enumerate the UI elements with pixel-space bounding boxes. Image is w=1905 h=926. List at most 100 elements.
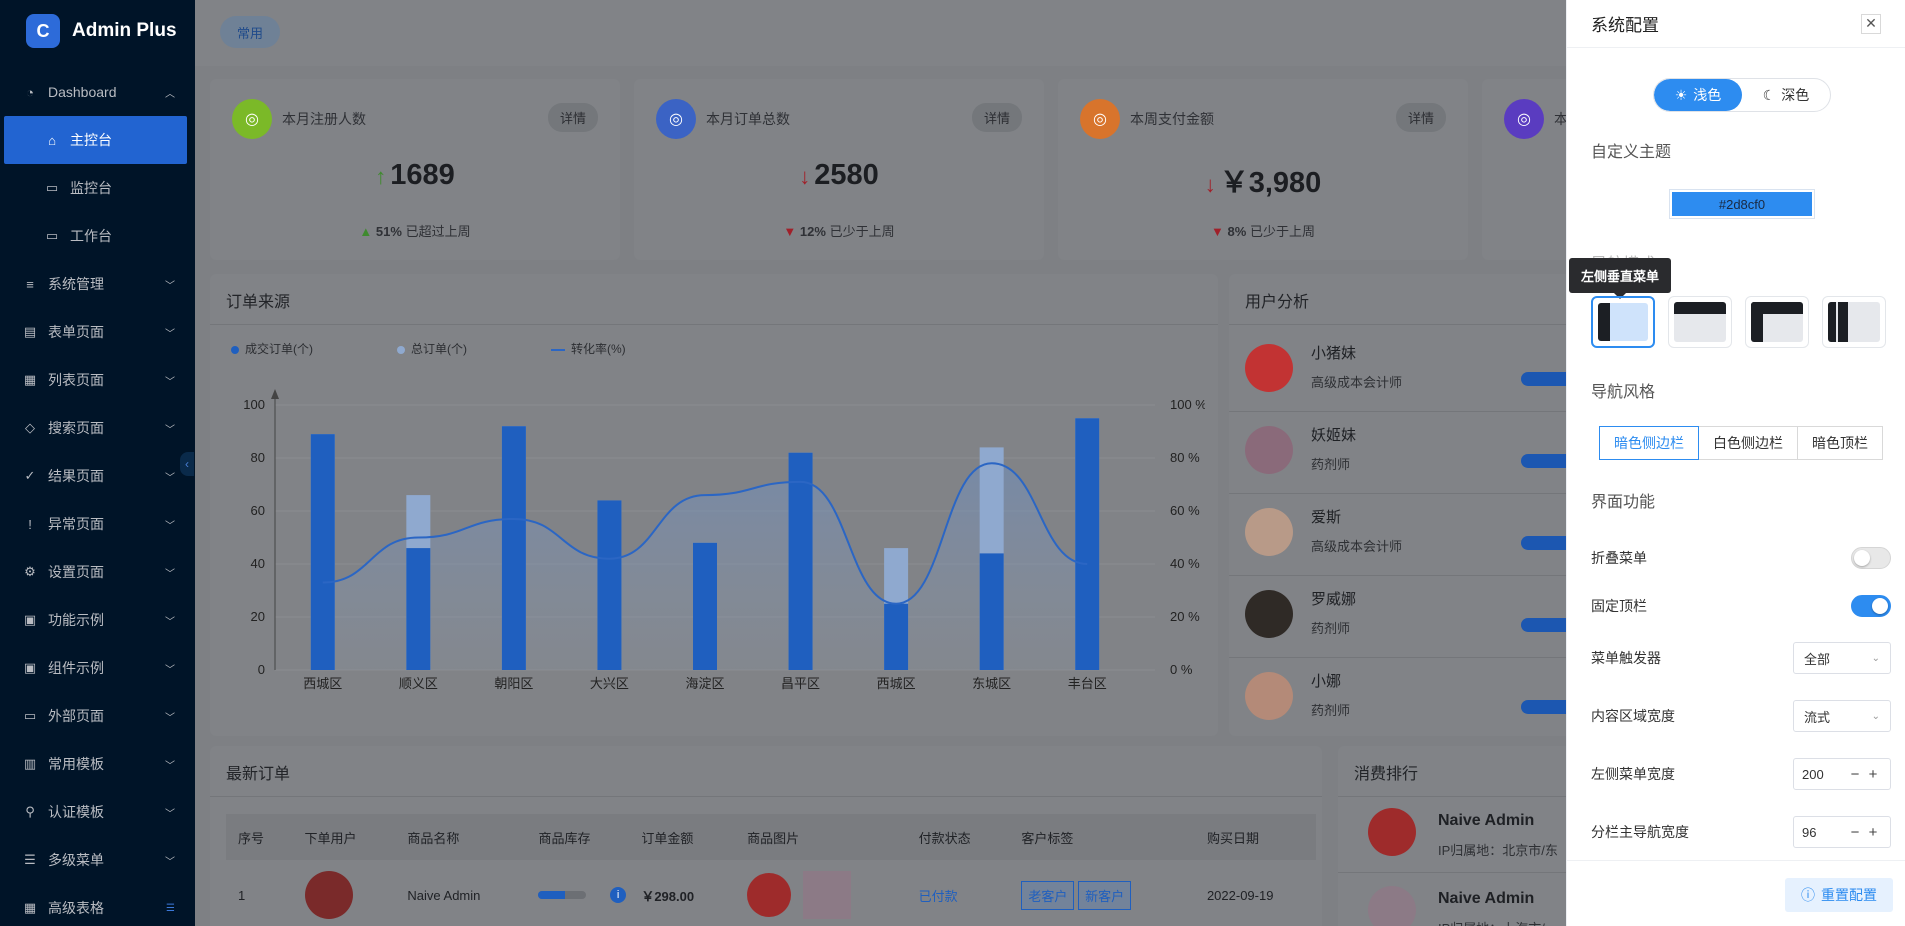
stat-card: ◎ 本月注册人数 详情 ↑ 1689 ▲ 51% 已超过上周 — [210, 79, 620, 260]
stat-icon: ◎ — [656, 99, 696, 139]
triangle-down-icon: ▼ — [783, 224, 797, 239]
plus-icon[interactable]: + — [1864, 766, 1882, 783]
sidebar-item-label: 监控台 — [70, 180, 112, 196]
sidebar-item-label: 设置页面 — [48, 564, 104, 580]
minus-icon[interactable]: − — [1846, 766, 1864, 783]
close-icon[interactable]: ✕ — [1861, 13, 1881, 34]
legend-dot-icon — [397, 345, 405, 354]
theme-color-picker[interactable]: #2d8cf0 — [1669, 189, 1815, 219]
menu-trigger-select[interactable]: 全部 ⌄ — [1793, 642, 1891, 674]
order-no: 1 — [238, 887, 246, 903]
sun-icon: ☀ — [1674, 86, 1688, 103]
order-user-avatar[interactable] — [293, 860, 396, 926]
detail-button[interactable]: 详情 — [971, 103, 1022, 132]
avatar — [1245, 426, 1293, 474]
cube-icon: ◇ — [25, 420, 35, 435]
chevron-down-icon: ﹀ — [165, 712, 175, 724]
y2-tick-label: 80 % — [1170, 450, 1200, 465]
info-icon[interactable]: i — [610, 887, 627, 904]
collapse-menu-switch[interactable] — [1851, 547, 1891, 569]
sidebar-item-13[interactable]: ▭ 外部页面 ﹀ — [0, 692, 195, 740]
detail-button[interactable]: 详情 — [547, 103, 598, 132]
nav-style-dark-sidebar[interactable]: 暗色侧边栏 — [1599, 426, 1699, 460]
function-icon: ▣ — [23, 612, 37, 627]
left-menu-width-row: 左侧菜单宽度 200− + — [1591, 756, 1891, 792]
content-width-label: 内容区域宽度 — [1591, 708, 1675, 724]
sidebar-item-16[interactable]: ☰ 多级菜单 ﹀ — [0, 836, 195, 884]
product-image[interactable] — [802, 871, 851, 919]
sidebar-item-4[interactable]: ≡ 系统管理 ﹀ — [0, 260, 195, 308]
x-tick-label: 西城区 — [877, 676, 916, 691]
theme-light-button[interactable]: ☀ 浅色 — [1654, 79, 1742, 111]
tab-common[interactable]: 常用 — [220, 16, 280, 48]
ranking-name: Naive Admin — [1438, 890, 1535, 907]
split-nav-width-stepper[interactable]: 96− + — [1793, 816, 1891, 848]
layout-top-horizontal[interactable] — [1668, 296, 1732, 348]
avatar — [1245, 344, 1293, 392]
order-tags: 老客户 新客户 — [1009, 860, 1195, 926]
sidebar-item-8[interactable]: ✓ 结果页面 ﹀ — [0, 452, 195, 500]
sidebar-item-10[interactable]: ⚙ 设置页面 ﹀ — [0, 548, 195, 596]
nav-style-light-sidebar[interactable]: 白色侧边栏 — [1698, 426, 1798, 460]
collapse-menu-label: 折叠菜单 — [1591, 550, 1647, 566]
user-name: 罗威娜 — [1311, 591, 1357, 608]
sidebar-item-9[interactable]: ! 异常页面 ﹀ — [0, 500, 195, 548]
sidebar-item-2[interactable]: ▭ 监控台 — [0, 164, 195, 212]
form-icon: ▤ — [23, 324, 37, 339]
left-menu-width-stepper[interactable]: 200− + — [1793, 758, 1891, 790]
chevron-down-icon: ﹀ — [165, 808, 175, 820]
fixed-header-switch[interactable] — [1851, 595, 1891, 617]
y-tick-label: 20 — [251, 609, 265, 624]
legend-total[interactable]: 总订单(个) — [397, 340, 467, 357]
column-header: 订单金额 — [629, 814, 736, 860]
chevron-down-icon: ﹀ — [165, 760, 175, 772]
avatar — [1245, 590, 1293, 638]
layout-left-vertical[interactable] — [1591, 296, 1655, 348]
gear-icon: ⚙ — [24, 564, 36, 579]
system-config-drawer: 系统配置 ✕ ☀浅色 ☾深色 自定义主题 #2d8cf0 导航模式 左侧垂直菜单… — [1566, 0, 1905, 926]
sidebar-item-12[interactable]: ▣ 组件示例 ﹀ — [0, 644, 195, 692]
logo[interactable]: C Admin Plus — [0, 0, 195, 62]
legend-deal[interactable]: 成交订单(个) — [231, 340, 313, 357]
stat-icon: ◎ — [232, 99, 272, 139]
sidebar-item-6[interactable]: ▦ 列表页面 ﹀ — [0, 356, 195, 404]
sidebar-item-label: Dashboard — [48, 84, 117, 100]
theme-dark-button[interactable]: ☾ 深色 — [1742, 79, 1830, 111]
table-row[interactable]: 1 Naive Admin i ￥298.00 已付款 老客户 新客户 2022… — [226, 860, 1316, 926]
layout-split-column[interactable] — [1822, 296, 1886, 348]
chevron-down-icon: ﹀ — [165, 664, 175, 676]
sidebar-item-7[interactable]: ◇ 搜索页面 ﹀ — [0, 404, 195, 452]
order-source-title: 订单来源 — [226, 294, 291, 311]
y-tick-label: 100 — [243, 397, 265, 412]
detail-button[interactable]: 详情 — [1395, 103, 1446, 132]
sidebar-item-label: 认证模板 — [48, 804, 104, 820]
minus-icon[interactable]: − — [1846, 824, 1864, 841]
chevron-down-icon: ﹀ — [165, 616, 175, 628]
reset-config-button[interactable]: ⓘ 重置配置 — [1785, 878, 1893, 912]
sidebar-item-11[interactable]: ▣ 功能示例 ﹀ — [0, 596, 195, 644]
component-icon: ▣ — [23, 660, 37, 675]
arrow-down-icon: ↓ — [799, 164, 811, 189]
sidebar-item-17[interactable]: ▦ 高级表格 ☰ — [0, 884, 195, 926]
chevron-down-icon: ﹀ — [165, 376, 175, 388]
sidebar-item-5[interactable]: ▤ 表单页面 ﹀ — [0, 308, 195, 356]
sidebar-item-3[interactable]: ▭ 工作台 — [0, 212, 195, 260]
sidebar-menu: ◔ Dashboard ︿ ⌂ 主控台 ▭ 监控台 ▭ 工作台 ≡ 系统管理 ﹀ ▤ 表单页面 ﹀ ▦ 列表页面… — [0, 68, 195, 926]
arrow-down-icon: ↓ — [1204, 172, 1216, 197]
collapse-sidebar-button[interactable]: ‹ — [180, 452, 194, 476]
triangle-up-icon: ▲ — [359, 224, 373, 239]
plus-icon[interactable]: + — [1864, 824, 1882, 841]
nav-style-dark-topbar[interactable]: 暗色顶栏 — [1797, 426, 1883, 460]
sidebar-item-14[interactable]: ▥ 常用模板 ﹀ — [0, 740, 195, 788]
sidebar-item-0[interactable]: ◔ Dashboard ︿ — [0, 68, 195, 116]
menu-icon: ☰ — [24, 852, 36, 867]
user-role: 药剂师 — [1311, 621, 1351, 636]
legend-rate[interactable]: 转化率(%) — [551, 340, 626, 357]
sidebar-item-1[interactable]: ⌂ 主控台 — [4, 116, 187, 164]
app-title: Admin Plus — [72, 20, 177, 41]
product-image[interactable] — [747, 873, 792, 917]
y-tick-label: 0 — [258, 662, 265, 677]
content-width-select[interactable]: 流式 ⌄ — [1793, 700, 1891, 732]
layout-mixed[interactable] — [1745, 296, 1809, 348]
sidebar-item-15[interactable]: ⚲ 认证模板 ﹀ — [0, 788, 195, 836]
